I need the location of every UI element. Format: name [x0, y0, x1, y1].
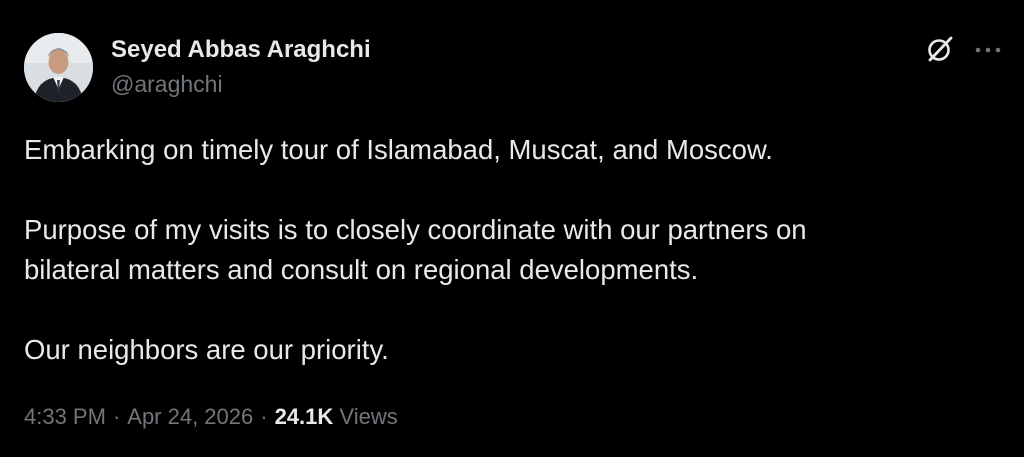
tweet-text: Embarking on timely tour of Islamabad, M…: [24, 130, 984, 370]
views-label: Views: [339, 404, 398, 429]
tweet-time[interactable]: 4:33 PM: [24, 404, 106, 429]
tweet: Seyed Abbas Araghchi @araghchi Embarking…: [0, 0, 1024, 457]
avatar[interactable]: [24, 33, 93, 102]
grok-button[interactable]: [924, 33, 956, 65]
meta-separator: ·: [112, 404, 121, 429]
avatar-image: [24, 33, 93, 102]
tweet-meta: 4:33 PM · Apr 24, 2026 · 24.1K Views: [24, 404, 398, 430]
tweet-paragraph: Purpose of my visits is to closely coord…: [24, 214, 807, 285]
tweet-paragraph: Embarking on timely tour of Islamabad, M…: [24, 134, 773, 165]
meta-separator: ·: [260, 404, 268, 429]
author-handle[interactable]: @araghchi: [111, 71, 223, 98]
views-count: 24.1K: [274, 404, 334, 429]
grok-icon: [928, 36, 953, 62]
tweet-paragraph: Our neighbors are our priority.: [24, 334, 389, 365]
more-options-button[interactable]: [972, 40, 1004, 60]
author-name[interactable]: Seyed Abbas Araghchi: [111, 36, 371, 64]
more-options-icon: [975, 47, 1001, 53]
tweet-date[interactable]: Apr 24, 2026: [127, 404, 253, 429]
